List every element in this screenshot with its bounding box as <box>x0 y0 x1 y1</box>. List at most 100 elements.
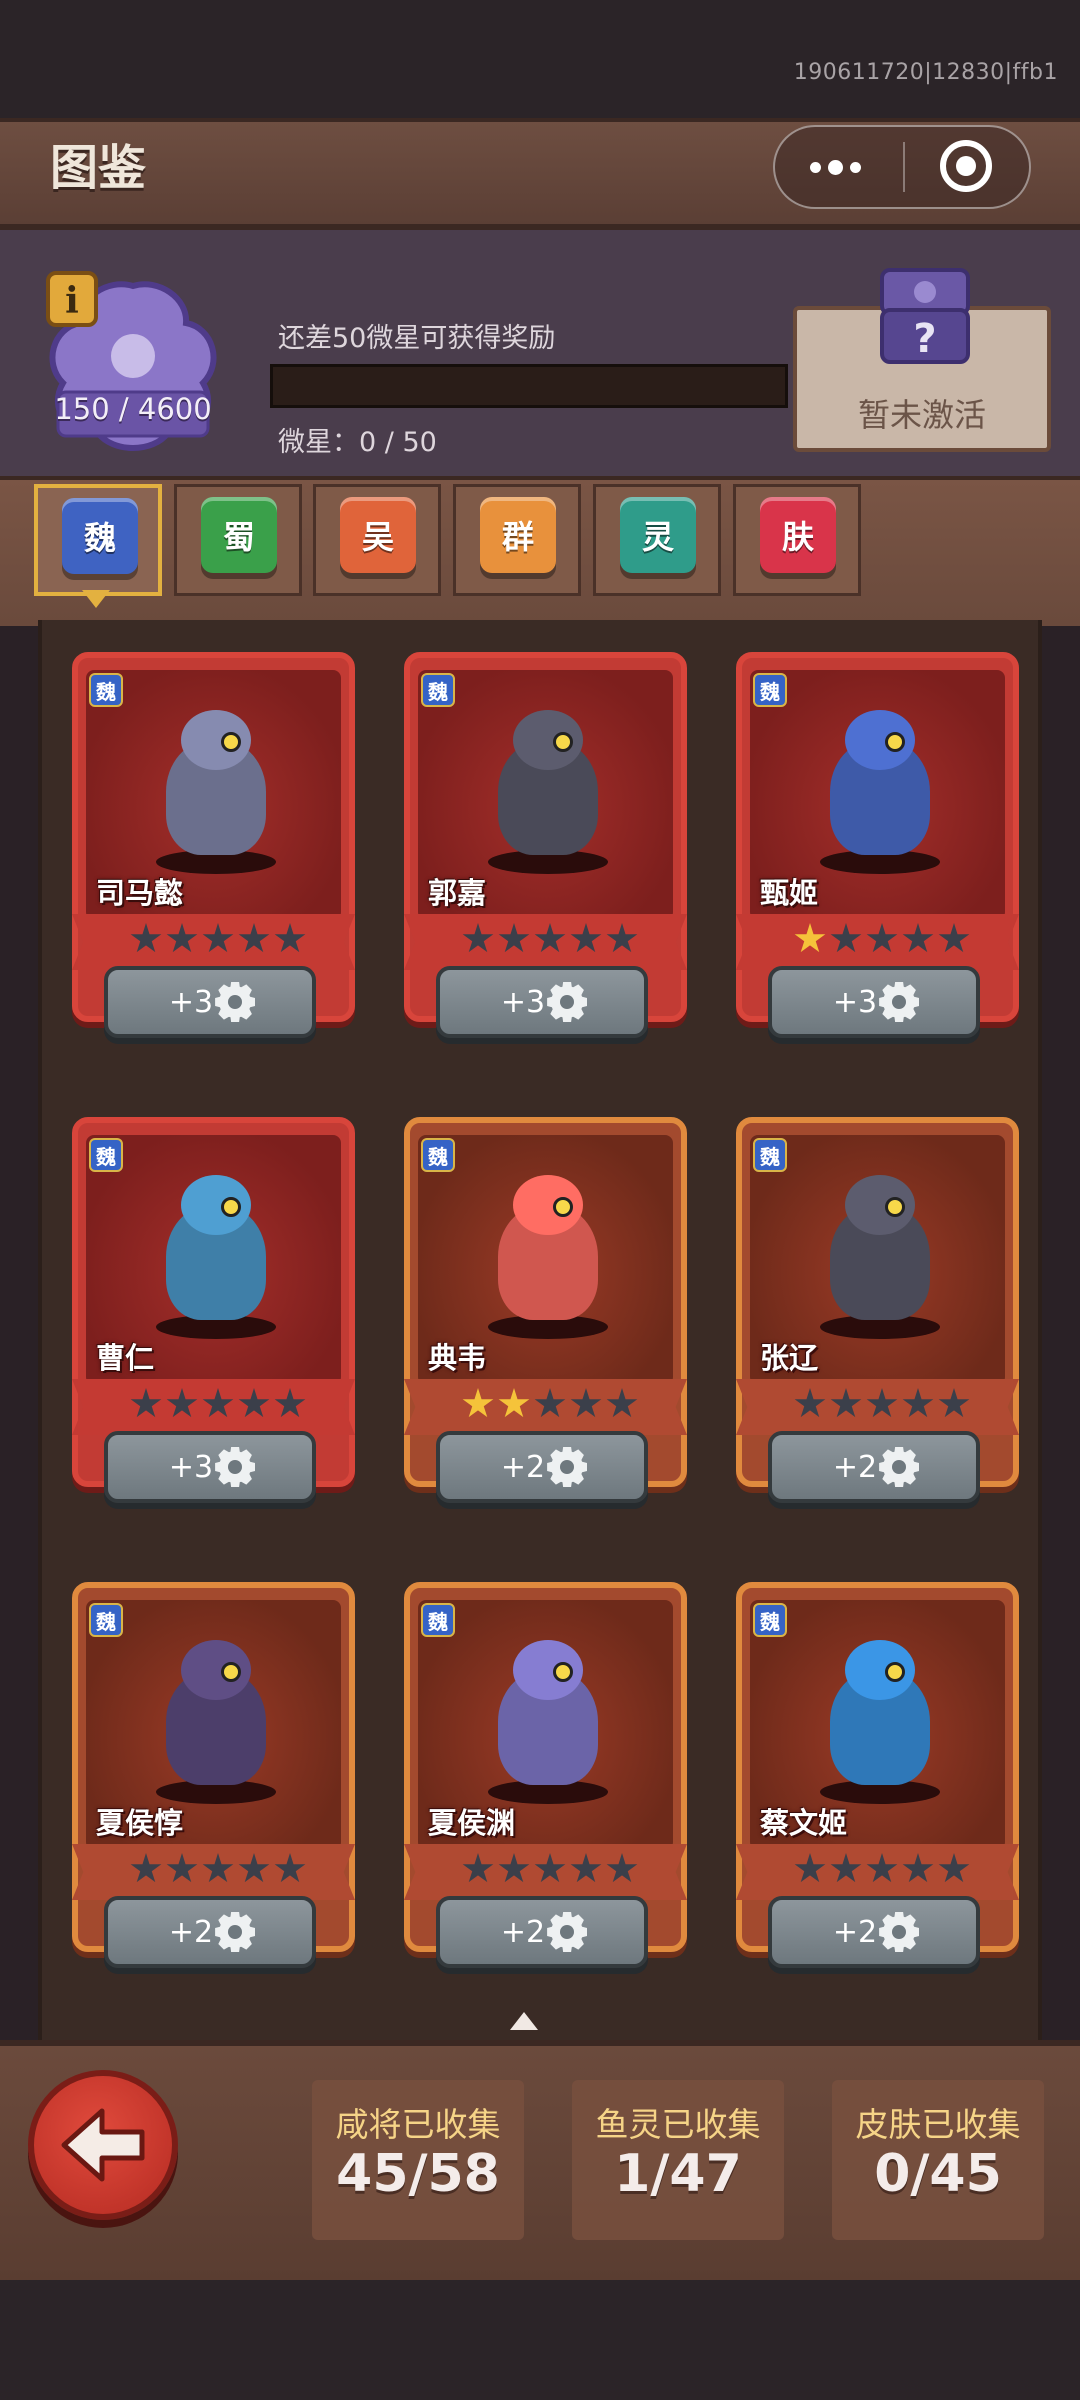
star-icon <box>274 1388 306 1418</box>
close-target-icon[interactable] <box>940 140 992 192</box>
tab-wu-label: 吴 <box>340 497 416 573</box>
star-icon <box>166 1388 198 1418</box>
chest-status-label: 暂未激活 <box>857 396 986 434</box>
hero-card[interactable]: 魏蔡文姬 +2 <box>736 1582 1019 1968</box>
tab-wei-label: 魏 <box>62 498 138 574</box>
hero-card[interactable]: 魏司马懿 +3 <box>72 652 355 1038</box>
faction-badge: 魏 <box>89 1603 123 1637</box>
svg-text:i: i <box>65 280 79 322</box>
upgrade-button[interactable]: +2 <box>436 1431 648 1503</box>
star-rating <box>130 1853 306 1893</box>
selected-tab-pointer-icon <box>82 590 110 608</box>
upgrade-amount: +2 <box>832 1449 878 1485</box>
tab-shu[interactable]: 蜀 <box>174 484 302 596</box>
hero-art: 魏夏侯惇 <box>86 1600 341 1850</box>
fish-collected-label: 鱼灵已收集 <box>595 2105 761 2144</box>
hero-card[interactable]: 魏甄姬 +3 <box>736 652 1019 1038</box>
hero-card[interactable]: 魏曹仁 +3 <box>72 1117 355 1503</box>
back-button[interactable] <box>28 2070 178 2220</box>
tab-ling[interactable]: 灵 <box>593 484 721 596</box>
tab-shu-label: 蜀 <box>201 497 277 573</box>
upgrade-button[interactable]: +2 <box>104 1896 316 1968</box>
hero-card[interactable]: 魏典韦 +2 <box>404 1117 687 1503</box>
star-icon <box>938 1388 970 1418</box>
star-icon <box>498 1388 530 1418</box>
star-icon <box>606 923 638 953</box>
top-strip <box>0 0 1080 118</box>
faction-badge: 魏 <box>421 673 455 707</box>
star-rating <box>794 1853 970 1893</box>
badge-value: 150 / 4600 <box>54 392 212 426</box>
reward-text: 还差50微星可获得奖励 <box>278 323 556 354</box>
star-icon <box>534 1853 566 1883</box>
star-icon <box>130 1388 162 1418</box>
hero-card[interactable]: 魏夏侯惇 +2 <box>72 1582 355 1968</box>
hero-name: 蔡文姬 <box>760 1806 848 1840</box>
gear-icon <box>219 1916 252 1948</box>
upgrade-button[interactable]: +3 <box>768 966 980 1038</box>
upgrade-button[interactable]: +3 <box>104 1431 316 1503</box>
star-icon <box>130 923 162 953</box>
gear-icon <box>883 1451 916 1483</box>
star-icon <box>498 1853 530 1883</box>
hero-portrait <box>126 700 306 880</box>
fish-collected-box: 鱼灵已收集 1/47 <box>572 2080 784 2240</box>
hero-name: 夏侯渊 <box>428 1806 516 1840</box>
tab-fu[interactable]: 肤 <box>733 484 861 596</box>
hero-name: 典韦 <box>428 1341 487 1375</box>
gear-icon <box>883 1916 916 1948</box>
star-icon <box>534 923 566 953</box>
star-icon <box>462 1853 494 1883</box>
upgrade-amount: +3 <box>832 984 878 1020</box>
mystery-chest-icon: ? <box>880 268 970 364</box>
star-icon <box>274 923 306 953</box>
hero-portrait <box>126 1165 306 1345</box>
hero-art: 魏甄姬 <box>750 670 1005 920</box>
hero-card[interactable]: 魏郭嘉 +3 <box>404 652 687 1038</box>
star-icon <box>794 923 826 953</box>
faction-badge: 魏 <box>89 1138 123 1172</box>
hero-art: 魏张辽 <box>750 1135 1005 1385</box>
faction-badge: 魏 <box>421 1138 455 1172</box>
gear-icon <box>219 986 252 1018</box>
more-dots-icon[interactable] <box>805 142 865 192</box>
tab-ling-label: 灵 <box>620 497 696 573</box>
star-icon <box>202 1388 234 1418</box>
hero-card[interactable]: 魏张辽 +2 <box>736 1117 1019 1503</box>
tab-wu[interactable]: 吴 <box>313 484 441 596</box>
tab-wei[interactable]: 魏 <box>34 484 162 596</box>
upgrade-amount: +2 <box>500 1449 546 1485</box>
star-rating <box>794 923 970 963</box>
upgrade-button[interactable]: +2 <box>436 1896 648 1968</box>
star-icon <box>166 1853 198 1883</box>
tab-qun[interactable]: 群 <box>453 484 581 596</box>
upgrade-amount: +2 <box>832 1914 878 1950</box>
upgrade-button[interactable]: +3 <box>104 966 316 1038</box>
star-icon <box>238 1388 270 1418</box>
page-title: 图鉴 <box>50 140 147 196</box>
star-icon <box>606 1388 638 1418</box>
gear-icon <box>551 1451 584 1483</box>
upgrade-button[interactable]: +2 <box>768 1431 980 1503</box>
star-icon <box>130 1853 162 1883</box>
star-icon <box>938 1853 970 1883</box>
hero-portrait <box>458 700 638 880</box>
star-icon <box>830 1853 862 1883</box>
generals-collected-value: 45/58 <box>336 2144 500 2204</box>
upgrade-button[interactable]: +2 <box>768 1896 980 1968</box>
star-icon <box>570 1388 602 1418</box>
tab-fu-label: 肤 <box>760 497 836 573</box>
hero-portrait <box>458 1630 638 1810</box>
svg-text:?: ? <box>913 316 936 362</box>
faction-badge: 魏 <box>753 673 787 707</box>
upgrade-button[interactable]: +3 <box>436 966 648 1038</box>
star-icon <box>570 1853 602 1883</box>
upgrade-amount: +2 <box>168 1914 214 1950</box>
tab-qun-label: 群 <box>480 497 556 573</box>
hero-card[interactable]: 魏夏侯渊 +2 <box>404 1582 687 1968</box>
hero-art: 魏夏侯渊 <box>418 1600 673 1850</box>
bottom-strip <box>0 2280 1080 2400</box>
hero-art: 魏司马懿 <box>86 670 341 920</box>
hero-portrait <box>790 700 970 880</box>
star-icon <box>462 1388 494 1418</box>
